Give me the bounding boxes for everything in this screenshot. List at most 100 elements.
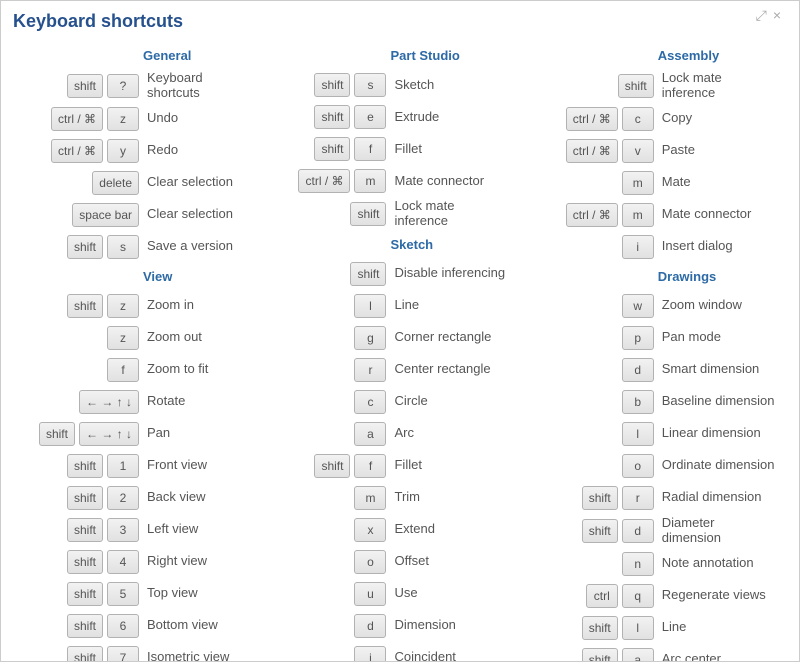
shortcut-row: bBaseline dimension (528, 388, 775, 416)
shortcut-row: n Note annotation (528, 550, 775, 578)
shortcut-desc: Redo (147, 143, 178, 158)
shortcut-keys: n (528, 552, 654, 576)
shortcut-row: shift3Left view (13, 516, 240, 544)
key-badge: shift (582, 519, 618, 543)
section-title: Assembly (658, 48, 775, 63)
shortcut-row: shiftfFillet (260, 452, 507, 480)
key-badge: shift (582, 616, 618, 640)
shortcut-keys: shifte (260, 105, 386, 129)
shortcut-keys: shifts (260, 73, 386, 97)
shortcut-desc: Insert dialog (662, 239, 733, 254)
key-badge: shift (67, 294, 103, 318)
shortcut-desc: Bottom view (147, 618, 218, 633)
shortcut-row: shifteExtrude (260, 103, 507, 131)
shortcut-keys: m (528, 171, 654, 195)
shortcut-desc: Radial dimension (662, 490, 762, 505)
shortcut-row: gCorner rectangle (260, 324, 507, 352)
shortcut-desc: Zoom window (662, 298, 742, 313)
key-badge: q (622, 584, 654, 608)
shortcut-row: lLine (260, 292, 507, 320)
shortcut-desc: Pan (147, 426, 170, 441)
shortcut-row: shiftDisable inferencing (260, 260, 507, 288)
key-badge: s (107, 235, 139, 259)
shortcut-desc: Sketch (394, 78, 434, 93)
key-badge: 2 (107, 486, 139, 510)
section-title: Sketch (390, 237, 507, 252)
shortcut-keys: shift4 (13, 550, 139, 574)
shortcut-keys: i (260, 646, 386, 661)
shortcut-keys: ctrl / ⌘c (528, 107, 654, 131)
shortcut-row: shiftLock mate inference (528, 71, 775, 101)
shortcut-desc: Regenerate views (662, 588, 766, 603)
key-badge: ctrl / ⌘ (51, 139, 103, 163)
section-title: Drawings (658, 269, 775, 284)
shortcut-keys: m (260, 486, 386, 510)
shortcut-row: shift2Back view (13, 484, 240, 512)
shortcut-desc: Arc center (662, 652, 721, 661)
shortcut-desc: Arc (394, 426, 414, 441)
shortcut-desc: Pan mode (662, 330, 721, 345)
key-badge: n (622, 552, 654, 576)
dialog-body[interactable]: Keyboard shortcuts Generalshift?Keyboard… (1, 1, 787, 661)
shortcut-keys: o (260, 550, 386, 574)
shortcut-keys: ctrl / ⌘m (260, 169, 386, 193)
shortcut-keys: w (528, 294, 654, 318)
shortcut-desc: Line (394, 298, 419, 313)
shortcut-keys: x (260, 518, 386, 542)
key-badge: ← → ↑ ↓ (79, 422, 139, 446)
key-badge: shift (314, 137, 350, 161)
shortcut-row: ← → ↑ ↓Rotate (13, 388, 240, 416)
shortcut-desc: Circle (394, 394, 427, 409)
key-badge: ctrl / ⌘ (566, 107, 618, 131)
key-badge: shift (67, 486, 103, 510)
shortcut-keys: ctrl / ⌘v (528, 139, 654, 163)
shortcut-keys: shift← → ↑ ↓ (13, 422, 139, 446)
shortcut-row: shiftLock mate inference (260, 199, 507, 229)
shortcut-row: shift7Isometric view (13, 644, 240, 661)
shortcut-keys: z (13, 326, 139, 350)
key-badge: space bar (72, 203, 139, 227)
column: Generalshift?Keyboard shortcutsctrl / ⌘z… (13, 42, 240, 661)
key-badge: s (354, 73, 386, 97)
shortcut-desc: Zoom to fit (147, 362, 208, 377)
shortcut-desc: Smart dimension (662, 362, 760, 377)
key-badge: l (622, 422, 654, 446)
key-badge: m (354, 169, 386, 193)
shortcut-keys: f (13, 358, 139, 382)
key-badge: p (622, 326, 654, 350)
key-badge: d (354, 614, 386, 638)
shortcut-keys: shift3 (13, 518, 139, 542)
shortcut-keys: shiftz (13, 294, 139, 318)
key-badge: v (622, 139, 654, 163)
shortcut-desc: Top view (147, 586, 198, 601)
shortcut-desc: Front view (147, 458, 207, 473)
shortcut-keys: ctrl / ⌘m (528, 203, 654, 227)
key-badge: z (107, 326, 139, 350)
shortcut-keys: shift1 (13, 454, 139, 478)
shortcut-row: shiftsSave a version (13, 233, 240, 261)
shortcut-keys: shifta (528, 648, 654, 661)
key-badge: i (354, 646, 386, 661)
key-badge: ← → ↑ ↓ (79, 390, 139, 414)
shortcut-row: ctrl / ⌘m Mate connector (260, 167, 507, 195)
key-badge: shift (67, 454, 103, 478)
shortcut-row: ctrl / ⌘mMate connector (528, 201, 775, 229)
key-badge: m (622, 171, 654, 195)
shortcut-row: ctrl / ⌘cCopy (528, 105, 775, 133)
shortcut-row: oOrdinate dimension (528, 452, 775, 480)
shortcut-row: u Use (260, 580, 507, 608)
key-badge: shift (350, 202, 386, 226)
shortcut-desc: Offset (394, 554, 428, 569)
shortcut-keys: o (528, 454, 654, 478)
key-badge: shift (67, 235, 103, 259)
shortcut-row: shift5Top view (13, 580, 240, 608)
key-badge: delete (92, 171, 139, 195)
key-badge: m (354, 486, 386, 510)
shortcuts-dialog: ⤢ × Keyboard shortcuts Generalshift?Keyb… (0, 0, 800, 662)
key-badge: u (354, 582, 386, 606)
shortcut-desc: Use (394, 586, 417, 601)
shortcut-desc: Paste (662, 143, 695, 158)
shortcut-desc: Mate connector (394, 174, 484, 189)
shortcut-keys: shiftf (260, 137, 386, 161)
shortcut-desc: Note annotation (662, 556, 754, 571)
